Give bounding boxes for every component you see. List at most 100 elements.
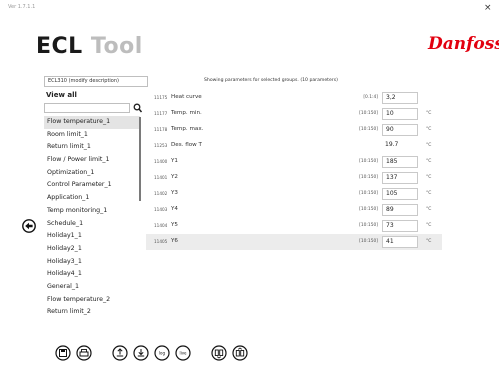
- parameter-unit: °C: [426, 127, 432, 132]
- parameter-value-input[interactable]: 137: [382, 172, 418, 184]
- parameter-unit: °C: [426, 143, 432, 148]
- group-item[interactable]: Optimization_1: [44, 167, 140, 180]
- close-icon[interactable]: ×: [484, 3, 492, 13]
- parameter-unit: °C: [426, 175, 432, 180]
- parameter-name: Y4: [171, 206, 178, 212]
- parameter-value-input[interactable]: 89: [382, 204, 418, 216]
- parameter-range: [10:150]: [359, 239, 378, 244]
- search-icon[interactable]: [133, 102, 143, 114]
- parameter-value-input[interactable]: 105: [382, 188, 418, 200]
- parameter-row: 11175 Heat curve [0.1:4] 3,2: [146, 90, 442, 106]
- parameter-id: 11175: [154, 95, 168, 100]
- parameter-row: 11401 Y2 [10:150] 137 °C: [146, 170, 442, 186]
- group-item[interactable]: Flow temperature_1: [44, 116, 140, 129]
- version-label: Ver 1.7.1.1: [8, 4, 36, 10]
- parameter-id: 11403: [154, 207, 168, 212]
- parameter-row: 11403 Y4 [10:150] 89 °C: [146, 202, 442, 218]
- group-item[interactable]: Holiday4_1: [44, 268, 140, 281]
- group-item[interactable]: Holiday2_1: [44, 243, 140, 256]
- group-list: Flow temperature_1 Room limit_1 Return lim…: [44, 116, 140, 319]
- parameter-name: Y6: [171, 238, 178, 244]
- log-icon-label: log: [159, 351, 166, 356]
- parameter-id: 11178: [154, 127, 168, 132]
- live-icon-label: live: [179, 351, 187, 356]
- parameter-range: [0.1:4]: [363, 95, 378, 100]
- parameter-range: [10:150]: [359, 175, 378, 180]
- group-item[interactable]: General_1: [44, 281, 140, 294]
- danfoss-logo-text: Danfoss: [427, 34, 499, 54]
- parameters-summary: Showing parameters for selected groups. …: [204, 78, 338, 83]
- app-title-sub: Tool: [90, 34, 143, 59]
- parameter-row: 11253 Des. flow T 19.7 °C: [146, 138, 442, 154]
- parameter-id: 11400: [154, 159, 168, 164]
- back-arrow-icon[interactable]: [22, 219, 36, 233]
- group-item[interactable]: Schedule_1: [44, 218, 140, 231]
- parameter-id: 11177: [154, 111, 168, 116]
- parameter-name: Y3: [171, 190, 178, 196]
- parameter-name: Y5: [171, 222, 178, 228]
- parameter-list: 11175 Heat curve [0.1:4] 3,2 11177 Temp. min.…: [146, 90, 442, 250]
- parameter-id: 11253: [154, 143, 168, 148]
- parameter-row: 11177 Temp. min. [10:150] 10 °C: [146, 106, 442, 122]
- group-item[interactable]: Holiday3_1: [44, 256, 140, 269]
- parameter-value: 19.7: [385, 141, 399, 148]
- parameter-value-input[interactable]: 73: [382, 220, 418, 232]
- parameter-range: [10:150]: [359, 207, 378, 212]
- parameter-unit: °C: [426, 207, 432, 212]
- parameter-unit: °C: [426, 223, 432, 228]
- live-icon[interactable]: live: [175, 345, 191, 361]
- parameter-id: 11404: [154, 223, 168, 228]
- parameter-unit: °C: [426, 239, 432, 244]
- group-item[interactable]: Temp monitoring_1: [44, 205, 140, 218]
- parameter-id: 11401: [154, 175, 168, 180]
- group-item[interactable]: Holiday1_1: [44, 230, 140, 243]
- danfoss-logo: Danfoss: [427, 34, 499, 54]
- parameter-range: [10:150]: [359, 223, 378, 228]
- controller-description-field[interactable]: ECL310 (modify description): [44, 76, 148, 87]
- parameter-row: 11404 Y5 [10:150] 73 °C: [146, 218, 442, 234]
- group-item[interactable]: Application_1: [44, 192, 140, 205]
- view-all-label[interactable]: View all: [46, 91, 77, 99]
- group-list-scrollbar[interactable]: [139, 117, 141, 201]
- read-controller-icon[interactable]: [211, 345, 227, 361]
- group-item[interactable]: Flow temperature_2: [44, 294, 140, 307]
- group-item[interactable]: Room limit_1: [44, 129, 140, 142]
- parameter-unit: °C: [426, 191, 432, 196]
- parameter-name: Temp. max.: [171, 126, 204, 132]
- write-controller-icon[interactable]: [232, 345, 248, 361]
- upload-icon[interactable]: [112, 345, 128, 361]
- group-item[interactable]: Return limit_2: [44, 306, 140, 319]
- parameter-id: 11402: [154, 191, 168, 196]
- group-search-input[interactable]: [44, 103, 130, 113]
- parameter-name: Y2: [171, 174, 178, 180]
- parameter-row: 11405 Y6 [10:150] 41 °C: [146, 234, 442, 250]
- print-icon[interactable]: [76, 345, 92, 361]
- group-item[interactable]: Flow / Power limit_1: [44, 154, 140, 167]
- parameter-value-input[interactable]: 10: [382, 108, 418, 120]
- parameter-row: 11400 Y1 [10:150] 185 °C: [146, 154, 442, 170]
- parameter-range: [10:150]: [359, 111, 378, 116]
- parameter-name: Y1: [171, 158, 178, 164]
- parameter-range: [10:150]: [359, 191, 378, 196]
- parameter-name: Temp. min.: [171, 110, 202, 116]
- parameter-name: Heat curve: [171, 94, 202, 100]
- bottom-toolbar: log live: [55, 345, 285, 361]
- parameter-range: [10:150]: [359, 159, 378, 164]
- parameter-value-input[interactable]: 41: [382, 236, 418, 248]
- group-item[interactable]: Return limit_1: [44, 141, 140, 154]
- save-icon[interactable]: [55, 345, 71, 361]
- log-icon[interactable]: log: [154, 345, 170, 361]
- parameter-row: 11402 Y3 [10:150] 105 °C: [146, 186, 442, 202]
- parameter-value-input[interactable]: 3,2: [382, 92, 418, 104]
- parameter-value-input[interactable]: 90: [382, 124, 418, 136]
- parameter-row: 11178 Temp. max. [10:150] 90 °C: [146, 122, 442, 138]
- group-item[interactable]: Control Parameter_1: [44, 179, 140, 192]
- app-title: ECL Tool: [36, 34, 143, 59]
- parameter-name: Des. flow T: [171, 142, 202, 148]
- parameter-id: 11405: [154, 239, 168, 244]
- parameter-value-input[interactable]: 185: [382, 156, 418, 168]
- parameter-unit: °C: [426, 111, 432, 116]
- parameter-unit: °C: [426, 159, 432, 164]
- parameter-range: [10:150]: [359, 127, 378, 132]
- download-icon[interactable]: [133, 345, 149, 361]
